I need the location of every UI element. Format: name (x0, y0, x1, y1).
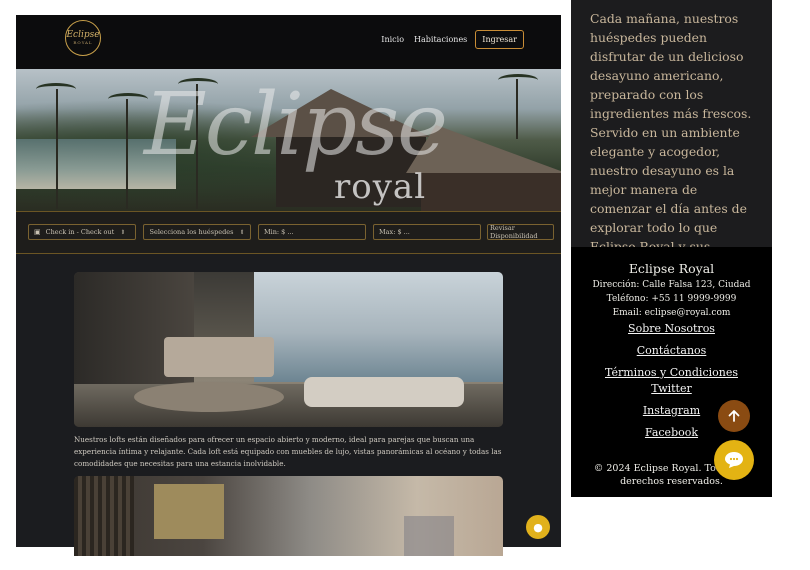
chat-bubble-icon: ● (533, 520, 543, 534)
date-range-label: Check in - Check out (45, 228, 115, 236)
nav-link-inicio[interactable]: Inicio (379, 32, 406, 47)
photo-panel (74, 476, 134, 556)
chat-button-small[interactable]: ● (526, 515, 550, 539)
footer-link-twitter[interactable]: Twitter (571, 382, 772, 395)
hero-house-2 (421, 173, 561, 211)
logo-subtext: ROYAL (73, 40, 93, 45)
palm-tree (126, 99, 128, 209)
hero-title: Eclipse (144, 75, 448, 175)
footer-link-contact[interactable]: Contáctanos (571, 344, 772, 357)
photo-chaise (304, 377, 464, 407)
room-description: Nuestros lofts están diseñados para ofre… (74, 435, 502, 468)
availability-search-bar: ▣ Check in - Check out ⇕ Selecciona los … (16, 211, 561, 254)
palm-frond (498, 74, 538, 86)
palm-frond (36, 83, 76, 95)
logo-text: Eclipse (66, 30, 100, 40)
footer-phone: Teléfono: +55 11 9999-9999 (606, 294, 737, 304)
breakfast-panel: Cada mañana, nuestros huéspedes pueden d… (571, 0, 772, 292)
footer-address: Dirección: Calle Falsa 123, Ciudad (592, 280, 751, 290)
max-price-input[interactable]: Max: $ ... (373, 224, 481, 240)
palm-tree (516, 79, 518, 139)
room-photo-2 (74, 476, 503, 556)
check-availability-label: Revisar Disponibilidad (490, 224, 538, 240)
chevron-updown-icon: ⇕ (239, 228, 245, 236)
footer-link-about[interactable]: Sobre Nosotros (571, 322, 772, 335)
room-photo (74, 272, 503, 427)
top-navbar: Eclipse ROYAL Inicio Habitaciones Ingres… (16, 15, 561, 69)
scroll-to-top-button[interactable] (718, 400, 750, 432)
photo-artwork (154, 484, 224, 539)
palm-tree (56, 89, 58, 209)
arrow-up-icon (728, 410, 740, 422)
max-price-placeholder: Max: $ ... (379, 228, 410, 236)
chevron-updown-icon: ⇕ (120, 228, 126, 236)
footer-title: Eclipse Royal (628, 261, 715, 276)
date-range-picker[interactable]: ▣ Check in - Check out ⇕ (28, 224, 136, 240)
chat-bubble-icon (725, 452, 743, 468)
brand-logo[interactable]: Eclipse ROYAL (65, 20, 101, 56)
photo-window (254, 272, 503, 382)
photo-city (404, 516, 454, 556)
check-availability-button[interactable]: Revisar Disponibilidad (487, 224, 554, 240)
footer-link-terms[interactable]: Términos y Condiciones (571, 366, 772, 379)
guests-label: Selecciona los huéspedes (149, 228, 234, 236)
palm-frond (108, 93, 148, 105)
hero-banner: Eclipse royal (16, 69, 561, 211)
calendar-icon: ▣ (34, 228, 41, 236)
photo-sofa (164, 337, 274, 377)
min-price-placeholder: Min: $ ... (264, 228, 294, 236)
min-price-input[interactable]: Min: $ ... (258, 224, 366, 240)
login-button[interactable]: Ingresar (475, 30, 524, 49)
chat-button[interactable] (714, 440, 754, 480)
hero-subtitle: royal (334, 167, 427, 207)
guests-select[interactable]: Selecciona los huéspedes ⇕ (143, 224, 251, 240)
photo-rug (134, 382, 284, 412)
footer-email: Email: eclipse@royal.com (612, 308, 731, 318)
nav-link-habitaciones[interactable]: Habitaciones (412, 32, 469, 47)
nav-menu: Inicio Habitaciones Ingresar (379, 30, 524, 49)
